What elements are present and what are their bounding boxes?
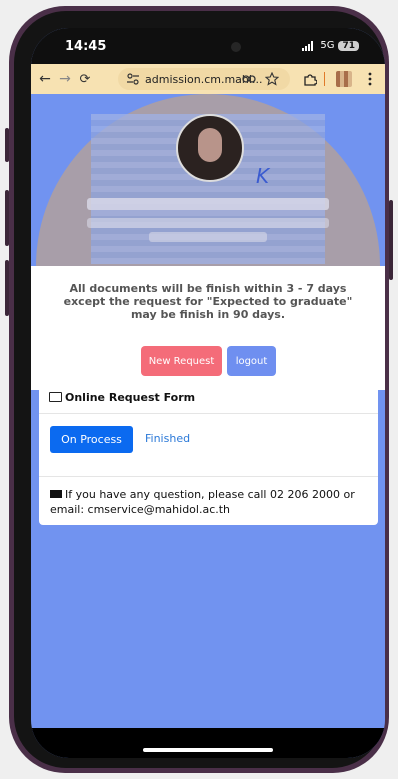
logout-button[interactable]: logout xyxy=(227,346,276,376)
contact-info: If you have any question, please call 02… xyxy=(50,488,355,516)
tab-on-process[interactable]: On Process xyxy=(50,426,133,453)
card-header: Online Request Form xyxy=(39,382,378,414)
online-request-card: Online Request Form On Process Finished … xyxy=(39,382,378,525)
redacted-program xyxy=(87,218,329,228)
redacted-name xyxy=(87,198,329,210)
envelope-icon xyxy=(50,490,62,498)
profile-banner: K xyxy=(31,94,385,266)
redacted-id xyxy=(149,232,267,242)
arrow-left-icon[interactable]: ← xyxy=(35,71,55,87)
status-time: 14:45 xyxy=(65,39,107,54)
signature-mark: K xyxy=(256,164,270,188)
notice-text: All documents will be finish within 3 - … xyxy=(63,282,353,321)
kebab-icon[interactable] xyxy=(367,72,373,86)
network-label: 5G xyxy=(320,40,335,51)
navigation-bar xyxy=(31,728,385,758)
profile-avatar[interactable] xyxy=(336,71,352,87)
avatar xyxy=(176,114,244,182)
site-settings-icon[interactable] xyxy=(126,73,140,85)
contact-text: If you have any question, please call 02… xyxy=(50,487,370,517)
status-indicators: 5G 71 xyxy=(302,40,359,51)
arrow-right-icon[interactable]: → xyxy=(55,71,75,87)
power-button xyxy=(389,200,393,280)
card-title-text: Online Request Form xyxy=(65,391,196,404)
screen: 14:45 5G 71 ← → ⟳ admission.cm.mahi... K… xyxy=(31,28,385,758)
camera-icon xyxy=(231,42,241,52)
bookmark-star-icon[interactable] xyxy=(265,72,279,86)
tab-finished[interactable]: Finished xyxy=(145,432,190,445)
card-footer: If you have any question, please call 02… xyxy=(39,476,378,526)
card-title: Online Request Form xyxy=(49,391,195,404)
folder-icon xyxy=(49,392,62,402)
signal-icon xyxy=(302,40,314,51)
extensions-icon[interactable] xyxy=(303,72,317,86)
password-key-icon[interactable] xyxy=(242,74,258,84)
volume-button xyxy=(5,260,9,316)
notice-panel: All documents will be finish within 3 - … xyxy=(31,266,385,390)
home-indicator[interactable] xyxy=(143,748,273,752)
reload-icon[interactable]: ⟳ xyxy=(75,72,95,87)
volume-button xyxy=(5,128,9,162)
avatar-face xyxy=(198,128,222,162)
battery-icon: 71 xyxy=(338,40,359,51)
status-bar: 14:45 5G 71 xyxy=(31,28,385,64)
new-request-button[interactable]: New Request xyxy=(141,346,222,376)
toolbar-divider xyxy=(324,72,325,86)
volume-button xyxy=(5,190,9,246)
